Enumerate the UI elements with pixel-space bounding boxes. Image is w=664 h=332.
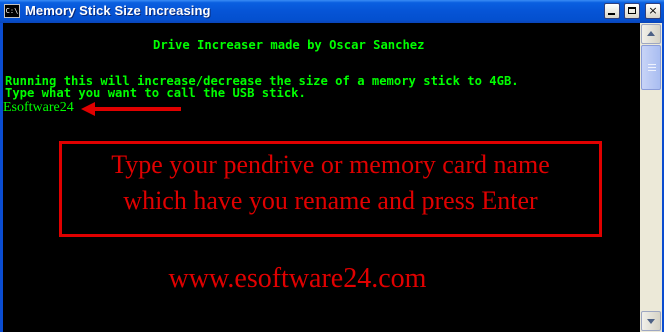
- grip-line: [648, 64, 656, 65]
- arrow-up-icon: [647, 31, 655, 36]
- console-app-icon[interactable]: C:\: [4, 4, 20, 18]
- vertical-scrollbar[interactable]: [640, 23, 662, 332]
- close-icon: ×: [648, 4, 658, 17]
- annotation-line: Type your pendrive or memory card name: [111, 150, 550, 179]
- annotation-line: which have you rename and press Enter: [123, 186, 538, 215]
- console-header-line: Drive Increaser made by Oscar Sanchez: [153, 38, 425, 52]
- watermark-url: www.esoftware24.com: [168, 263, 427, 294]
- arrow-down-icon: [647, 319, 655, 324]
- console-input-text[interactable]: Esoftware24: [3, 100, 74, 116]
- window-title: Memory Stick Size Increasing: [25, 3, 211, 18]
- console-prompt-line: Type what you want to call the USB stick…: [5, 86, 306, 100]
- minimize-button[interactable]: [604, 3, 620, 19]
- annotation-box: Type your pendrive or memory card name w…: [59, 141, 602, 237]
- scroll-thumb[interactable]: [641, 45, 661, 90]
- console-output[interactable]: Drive Increaser made by Oscar Sanchez Ru…: [3, 23, 640, 332]
- close-button[interactable]: ×: [645, 3, 661, 19]
- maximize-icon: [628, 7, 636, 14]
- scroll-down-button[interactable]: [641, 311, 661, 331]
- maximize-button[interactable]: [624, 3, 640, 19]
- scroll-up-button[interactable]: [641, 24, 661, 44]
- title-bar[interactable]: C:\ Memory Stick Size Increasing ×: [0, 0, 664, 23]
- grip-line: [648, 70, 656, 71]
- grip-line: [648, 67, 656, 68]
- minimize-icon: [608, 13, 615, 15]
- left-arrow-icon: [81, 102, 181, 116]
